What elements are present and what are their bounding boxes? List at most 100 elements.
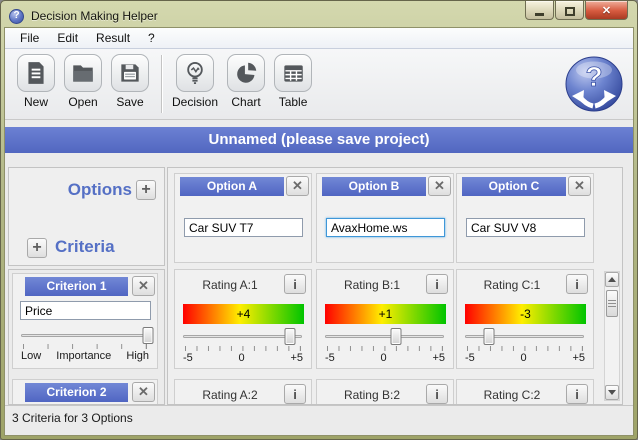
scroll-up-button[interactable] (605, 272, 619, 287)
open-button[interactable]: Open (64, 54, 102, 109)
slider-thumb[interactable] (483, 328, 494, 345)
rating-a1-title: Rating A:1 (175, 278, 285, 292)
app-icon: ? (9, 9, 24, 24)
open-folder-icon (70, 60, 96, 86)
menu-edit[interactable]: Edit (48, 28, 87, 48)
rating-a1-info-button[interactable]: i (284, 274, 306, 294)
minimize-button[interactable] (525, 0, 554, 20)
status-bar: 3 Criteria for 3 Options (5, 405, 633, 435)
criteria-list: Criterion 1 ✕ Low Importance High (8, 269, 165, 405)
scale-max: +5 (290, 352, 303, 364)
remove-option-a-button[interactable]: ✕ (286, 176, 309, 196)
add-criterion-button[interactable]: + (27, 238, 47, 258)
scroll-down-button[interactable] (605, 385, 619, 400)
rating-c2-title: Rating C:2 (457, 388, 567, 402)
table-label: Table (279, 95, 308, 109)
scale-max: +5 (572, 352, 585, 364)
decision-button[interactable]: Decision (172, 54, 218, 109)
project-banner: Unnamed (please save project) (5, 127, 633, 153)
scale-mid: 0 (381, 352, 387, 364)
new-label: New (24, 95, 48, 109)
rating-b1-info-button[interactable]: i (426, 274, 448, 294)
toolbar-separator (161, 55, 162, 113)
chart-button[interactable]: Chart (227, 54, 265, 109)
scale-min: -5 (183, 352, 193, 364)
scale-mid: 0 (521, 352, 527, 364)
rating-card-a2: Rating A:2 i (174, 379, 312, 405)
scale-min: -5 (465, 352, 475, 364)
criterion-1-name-input[interactable] (20, 301, 151, 320)
option-a-name-input[interactable] (184, 218, 303, 237)
slider-groove (325, 335, 444, 338)
maximize-icon (565, 7, 575, 16)
rating-b1-title: Rating B:1 (317, 278, 427, 292)
criterion-1-header: Criterion 1 (25, 277, 128, 296)
option-b-name-input[interactable] (326, 218, 445, 237)
sidebar-panel: Options + + Criteria (8, 167, 165, 266)
titlebar: ? Decision Making Helper ✕ (4, 4, 634, 27)
importance-scale: Low Importance High (21, 350, 149, 362)
rating-b2-info-button[interactable]: i (426, 384, 448, 404)
menu-result[interactable]: Result (87, 28, 139, 48)
slider-thumb[interactable] (143, 327, 154, 344)
remove-criterion-2-button[interactable]: ✕ (132, 382, 155, 402)
slider-thumb[interactable] (285, 328, 296, 345)
remove-option-b-button[interactable]: ✕ (428, 176, 451, 196)
status-text: 3 Criteria for 3 Options (12, 411, 133, 425)
spacer (5, 120, 633, 127)
rating-a2-info-button[interactable]: i (284, 384, 306, 404)
remove-criterion-1-button[interactable]: ✕ (132, 276, 155, 296)
menu-file[interactable]: File (11, 28, 48, 48)
rating-b1-slider[interactable] (325, 328, 444, 345)
option-card-a: Option A ✕ (174, 173, 312, 263)
new-button[interactable]: New (17, 54, 55, 109)
add-option-button[interactable]: + (136, 180, 156, 200)
minimize-icon (535, 13, 544, 16)
slider-thumb[interactable] (391, 328, 402, 345)
criterion-card-1: Criterion 1 ✕ Low Importance High (12, 273, 158, 369)
decision-label: Decision (172, 95, 218, 109)
scale-low: Low (21, 350, 41, 362)
maximize-button[interactable] (555, 0, 584, 20)
option-b-header: Option B (322, 177, 426, 196)
option-c-header: Option C (462, 177, 566, 196)
slider-ticks (185, 346, 301, 351)
window-title: Decision Making Helper (31, 9, 158, 23)
options-label: Options (68, 180, 132, 200)
rating-card-b2: Rating B:2 i (316, 379, 454, 405)
slider-ticks (23, 344, 147, 349)
content-area: Options + + Criteria Criterion 1 ✕ (5, 153, 633, 405)
close-button[interactable]: ✕ (585, 0, 628, 20)
toolbar: New Open Save Decision Chart Table (5, 49, 633, 120)
ratings-scrollbar[interactable] (604, 271, 620, 401)
rating-c1-slider[interactable] (465, 328, 584, 345)
criteria-label: Criteria (55, 237, 115, 257)
option-a-header: Option A (180, 177, 284, 196)
save-icon (117, 60, 143, 86)
save-button[interactable]: Save (111, 54, 149, 109)
rating-c1-info-button[interactable]: i (566, 274, 588, 294)
scale-mid: 0 (239, 352, 245, 364)
options-ratings-grid: Option A ✕ Option B ✕ Option C ✕ Rating … (167, 167, 623, 405)
rating-a1-slider[interactable] (183, 328, 302, 345)
chart-label: Chart (231, 95, 260, 109)
rating-b2-title: Rating B:2 (317, 388, 427, 402)
criterion-card-2: Criterion 2 ✕ (12, 379, 158, 405)
slider-groove (21, 334, 148, 337)
remove-option-c-button[interactable]: ✕ (568, 176, 591, 196)
scroll-down-icon (608, 390, 616, 395)
menu-help[interactable]: ? (139, 28, 164, 48)
rating-a1-value-bar: +4 (183, 304, 304, 324)
scale-max: +5 (432, 352, 445, 364)
scroll-up-icon (608, 277, 616, 282)
option-c-name-input[interactable] (466, 218, 585, 237)
app-window: ? Decision Making Helper ✕ File Edit Res… (0, 0, 638, 440)
scrollbar-thumb[interactable] (606, 290, 618, 317)
table-button[interactable]: Table (274, 54, 312, 109)
rating-c1-title: Rating C:1 (457, 278, 567, 292)
option-card-c: Option C ✕ (456, 173, 594, 263)
open-label: Open (68, 95, 97, 109)
rating-c2-info-button[interactable]: i (566, 384, 588, 404)
rating-c1-value-bar: -3 (465, 304, 586, 324)
criterion-1-importance-slider[interactable] (21, 327, 148, 344)
